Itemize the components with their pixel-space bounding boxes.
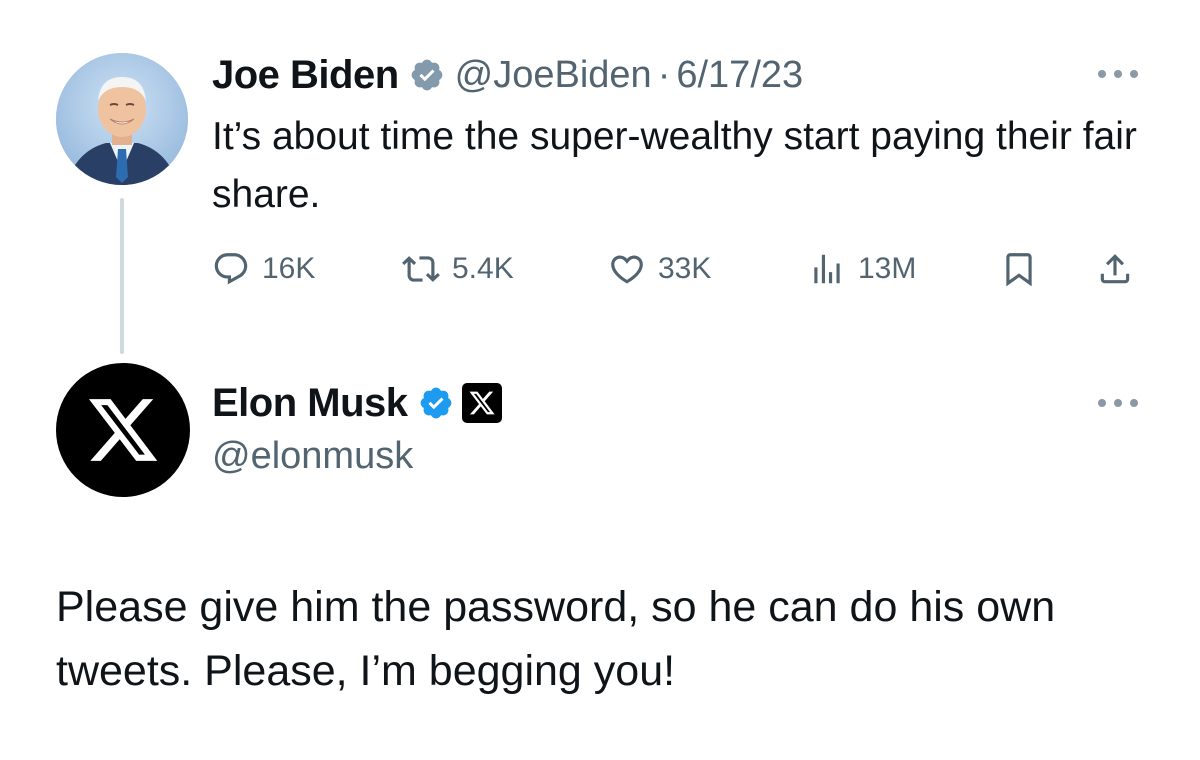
views-button[interactable]: 13M bbox=[808, 244, 916, 294]
reply-button[interactable]: 16K bbox=[212, 244, 315, 294]
tweet1-header: Joe Biden @JoeBiden · 6/17/23 bbox=[212, 50, 803, 100]
share-upload-icon bbox=[1096, 250, 1134, 288]
verified-blue-badge-icon[interactable] bbox=[418, 385, 454, 421]
x-affiliate-badge-icon[interactable] bbox=[461, 383, 502, 423]
heart-icon bbox=[608, 250, 646, 288]
author-name[interactable]: Joe Biden bbox=[212, 53, 399, 98]
tweet-thread: Joe Biden @JoeBiden · 6/17/23 It’s about… bbox=[0, 0, 1200, 760]
like-count: 33K bbox=[658, 252, 712, 285]
retweet-icon bbox=[402, 250, 440, 288]
analytics-bar-icon bbox=[808, 250, 846, 288]
verified-gray-badge-icon[interactable] bbox=[409, 57, 445, 93]
avatar-joe-biden[interactable] bbox=[56, 53, 188, 185]
share-button[interactable] bbox=[1096, 244, 1134, 294]
views-count: 13M bbox=[858, 252, 917, 285]
separator-dot: · bbox=[657, 53, 671, 96]
bookmark-icon bbox=[1000, 250, 1038, 288]
retweet-count: 5.4K bbox=[452, 252, 514, 285]
tweet2-text: Please give him the password, so he can … bbox=[56, 583, 1056, 695]
reply-icon bbox=[212, 250, 250, 288]
tweet1-action-bar: 16K 5.4K 33K 13M bbox=[212, 244, 1142, 294]
more-options-icon[interactable] bbox=[1098, 397, 1138, 409]
author-handle[interactable]: @elonmusk bbox=[212, 435, 413, 478]
retweet-button[interactable]: 5.4K bbox=[402, 244, 514, 294]
like-button[interactable]: 33K bbox=[608, 244, 711, 294]
avatar-elon-musk[interactable] bbox=[56, 363, 190, 497]
more-options-icon[interactable] bbox=[1098, 68, 1138, 80]
author-name[interactable]: Elon Musk bbox=[212, 381, 408, 426]
x-logo-icon bbox=[88, 399, 158, 461]
author-handle[interactable]: @JoeBiden bbox=[455, 54, 652, 97]
thread-connector-line bbox=[120, 198, 124, 354]
tweet-date[interactable]: 6/17/23 bbox=[676, 54, 803, 97]
tweet2-header: Elon Musk bbox=[212, 378, 502, 428]
bookmark-button[interactable] bbox=[1000, 244, 1038, 294]
reply-count: 16K bbox=[262, 252, 316, 285]
tweet1-text: It’s about time the super-wealthy start … bbox=[212, 115, 1137, 216]
